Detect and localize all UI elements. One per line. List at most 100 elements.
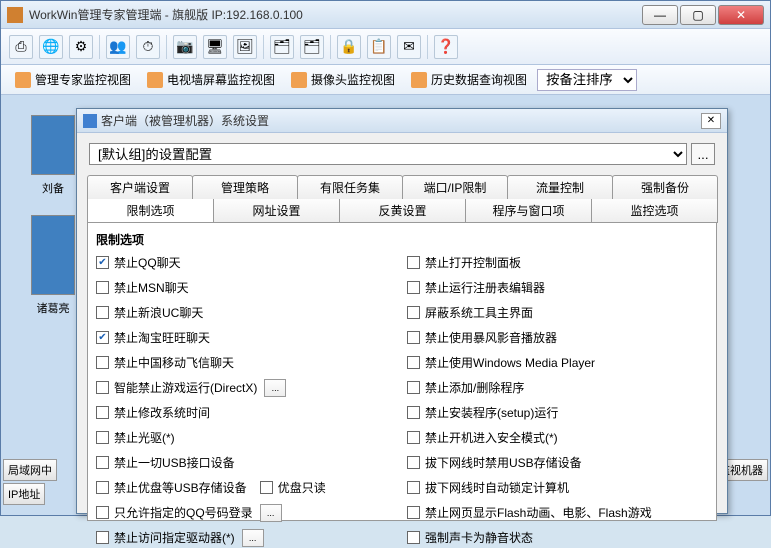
option-label: 禁止打开控制面板 (425, 254, 521, 271)
toolbar-icon-11[interactable]: 🔒 (337, 35, 361, 59)
checkbox[interactable] (96, 256, 109, 269)
camera-icon (291, 72, 307, 88)
toolbar-icon-1[interactable]: ⎙ (9, 35, 33, 59)
tab-client[interactable]: 客户端设置 (87, 175, 193, 199)
checkbox[interactable] (96, 331, 109, 344)
config-group-select[interactable]: [默认组]的设置配置 (89, 143, 687, 165)
option-label: 禁止运行注册表编辑器 (425, 279, 545, 296)
view-label: 管理专家监控视图 (35, 71, 131, 88)
option-config-button[interactable]: ... (242, 529, 264, 547)
option-config-button[interactable]: ... (260, 504, 282, 522)
checkbox[interactable] (96, 381, 109, 394)
tab-tasks[interactable]: 有限任务集 (297, 175, 403, 199)
toolbar-icon-12[interactable]: 📋 (367, 35, 391, 59)
toolbar-icon-6[interactable]: 📷 (173, 35, 197, 59)
option-label: 只允许指定的QQ号码登录 (114, 504, 253, 521)
checkbox[interactable] (407, 406, 420, 419)
view-btn-expert[interactable]: 管理专家监控视图 (9, 69, 137, 90)
checkbox[interactable] (96, 506, 109, 519)
option-label: 禁止使用暴风影音播放器 (425, 329, 557, 346)
option-label: 禁止新浪UC聊天 (114, 304, 203, 321)
dialog-close-button[interactable]: ✕ (701, 113, 721, 129)
option-row: 禁止使用Windows Media Player (407, 352, 708, 373)
option-label: 屏蔽系统工具主界面 (425, 304, 533, 321)
separator (99, 35, 100, 59)
checkbox[interactable] (407, 281, 420, 294)
checkbox[interactable] (96, 481, 109, 494)
client-thumb-2[interactable] (31, 215, 75, 295)
view-btn-history[interactable]: 历史数据查询视图 (405, 69, 533, 90)
tab-monitor[interactable]: 监控选项 (591, 199, 718, 223)
close-button[interactable]: ✕ (718, 5, 764, 25)
option-row: 禁止运行注册表编辑器 (407, 277, 708, 298)
checkbox[interactable] (407, 456, 420, 469)
checkbox[interactable] (96, 456, 109, 469)
title-bar: WorkWin管理专家管理端 - 旗舰版 IP:192.168.0.100 — … (1, 1, 770, 29)
toolbar-icon-8[interactable]: 🖼 (233, 35, 257, 59)
toolbar-icon-5[interactable]: ⏱ (136, 35, 160, 59)
sort-select[interactable]: 按备注排序 (537, 69, 637, 91)
checkbox[interactable] (96, 356, 109, 369)
checkbox[interactable] (407, 506, 420, 519)
view-label: 电视墙屏幕监控视图 (167, 71, 275, 88)
minimize-button[interactable]: — (642, 5, 678, 25)
checkbox[interactable] (96, 281, 109, 294)
option-row: 禁止中国移动飞信聊天 (96, 352, 397, 373)
checkbox[interactable] (407, 531, 420, 544)
toolbar-icon-14[interactable]: ❓ (434, 35, 458, 59)
checkbox[interactable] (407, 306, 420, 319)
config-more-button[interactable]: ... (691, 143, 715, 165)
checkbox[interactable] (260, 481, 273, 494)
main-toolbar: ⎙ 🌐 ⚙ 👥 ⏱ 📷 🖥 🖼 🗂 🗂 🔒 📋 ✉ ❓ (1, 29, 770, 65)
tab-restrict[interactable]: 限制选项 (87, 199, 214, 223)
option-row: 禁止修改系统时间 (96, 402, 397, 423)
view-btn-tvwall[interactable]: 电视墙屏幕监控视图 (141, 69, 281, 90)
toolbar-icon-3[interactable]: ⚙ (69, 35, 93, 59)
tab-url[interactable]: 网址设置 (213, 199, 340, 223)
checkbox[interactable] (96, 431, 109, 444)
checkbox[interactable] (407, 256, 420, 269)
option-label: 禁止修改系统时间 (114, 404, 210, 421)
option-row: 禁止QQ聊天 (96, 252, 397, 273)
checkbox[interactable] (96, 306, 109, 319)
app-icon (7, 7, 23, 23)
option-label: 禁止网页显示Flash动画、电影、Flash游戏 (425, 504, 652, 521)
lan-button[interactable]: 局域网中 (3, 459, 57, 481)
tab-policy[interactable]: 管理策略 (192, 175, 298, 199)
checkbox[interactable] (407, 381, 420, 394)
option-row: 智能禁止游戏运行(DirectX)... (96, 377, 397, 398)
checkbox[interactable] (96, 406, 109, 419)
toolbar-icon-7[interactable]: 🖥 (203, 35, 227, 59)
checkbox[interactable] (96, 531, 109, 544)
ip-button[interactable]: IP地址 (3, 483, 45, 505)
option-row: 禁止开机进入安全模式(*) (407, 427, 708, 448)
toolbar-icon-10[interactable]: 🗂 (300, 35, 324, 59)
separator (263, 35, 264, 59)
dialog-title-bar: 客户端（被管理机器）系统设置 ✕ (77, 109, 727, 133)
toolbar-icon-2[interactable]: 🌐 (39, 35, 63, 59)
tab-progwin[interactable]: 程序与窗口项 (465, 199, 592, 223)
toolbar-icon-4[interactable]: 👥 (106, 35, 130, 59)
tab-traffic[interactable]: 流量控制 (507, 175, 613, 199)
checkbox[interactable] (407, 431, 420, 444)
option-row: 禁止打开控制面板 (407, 252, 708, 273)
tab-backup[interactable]: 强制备份 (612, 175, 718, 199)
checkbox[interactable] (407, 356, 420, 369)
client-thumb-1[interactable] (31, 115, 75, 175)
toolbar-icon-9[interactable]: 🗂 (270, 35, 294, 59)
tab-portip[interactable]: 端口/IP限制 (402, 175, 508, 199)
view-btn-camera[interactable]: 摄像头监控视图 (285, 69, 401, 90)
checkbox[interactable] (407, 331, 420, 344)
option-label: 禁止淘宝旺旺聊天 (114, 329, 210, 346)
view-bar: 管理专家监控视图 电视墙屏幕监控视图 摄像头监控视图 历史数据查询视图 按备注排… (1, 65, 770, 95)
tvwall-icon (147, 72, 163, 88)
tab-antiporn[interactable]: 反黄设置 (339, 199, 466, 223)
checkbox[interactable] (407, 481, 420, 494)
view-label: 摄像头监控视图 (311, 71, 395, 88)
history-icon (411, 72, 427, 88)
option-config-button[interactable]: ... (264, 379, 286, 397)
monitor-icon (15, 72, 31, 88)
option-row: 禁止使用暴风影音播放器 (407, 327, 708, 348)
toolbar-icon-13[interactable]: ✉ (397, 35, 421, 59)
maximize-button[interactable]: ▢ (680, 5, 716, 25)
